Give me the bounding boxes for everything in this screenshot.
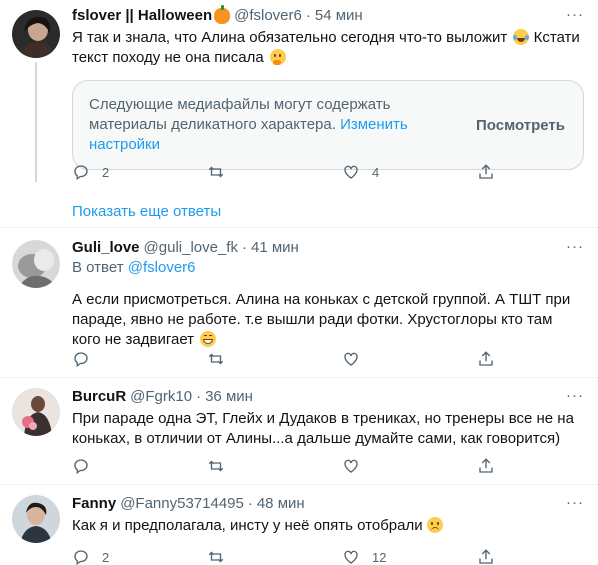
- retweet-button[interactable]: [207, 163, 342, 181]
- display-name[interactable]: BurcuR: [72, 387, 126, 407]
- grinning-emoji: [200, 331, 217, 347]
- separator: ·: [241, 239, 247, 256]
- retweet-icon: [208, 166, 224, 178]
- reply-to-prefix: В ответ: [72, 259, 124, 276]
- avatar-fslover[interactable]: [12, 10, 60, 58]
- tweet-header: Guli_love @guli_love_fk · 41 мин: [72, 238, 584, 258]
- avatar-image: [12, 495, 60, 543]
- reply-icon: [74, 352, 88, 368]
- slightly-frowning-emoji: [426, 517, 443, 533]
- more-options-icon[interactable]: ···: [566, 6, 584, 23]
- retweet-button[interactable]: [207, 350, 342, 368]
- share-icon: [479, 458, 493, 473]
- handle[interactable]: @guli_love_fk: [144, 238, 238, 258]
- more-options-icon[interactable]: ···: [566, 494, 584, 511]
- tweet-text-part-1: Я так и знала, что Алина обязательно сег…: [72, 29, 508, 46]
- like-button[interactable]: [342, 350, 477, 368]
- like-icon: [344, 550, 358, 564]
- like-icon: [344, 352, 358, 366]
- separator: ·: [305, 7, 311, 24]
- reply-button[interactable]: [72, 350, 207, 368]
- share-icon: [479, 351, 493, 366]
- handle[interactable]: @Fgrk10: [130, 387, 192, 407]
- reply-icon: [74, 550, 88, 565]
- retweet-icon: [208, 353, 224, 365]
- handle[interactable]: @Fanny53714495: [120, 494, 244, 514]
- like-icon: [344, 165, 358, 179]
- retweet-icon: [208, 551, 224, 563]
- timestamp[interactable]: 54 мин: [315, 6, 363, 26]
- tweet-actions: 2 4: [72, 163, 598, 181]
- tweet-burcur[interactable]: BurcuR @Fgrk10 · 36 мин ··· При параде о…: [0, 378, 598, 483]
- like-button[interactable]: 4: [342, 163, 477, 181]
- display-name[interactable]: Guli_love: [72, 238, 140, 258]
- thinking-emoji: [269, 49, 286, 65]
- timestamp[interactable]: 48 мин: [257, 494, 305, 514]
- like-count: 12: [372, 549, 387, 565]
- avatar-fanny[interactable]: [12, 495, 60, 543]
- share-button[interactable]: [477, 548, 598, 565]
- avatar-image: [12, 10, 60, 58]
- reply-to-line: В ответ @fslover6: [72, 258, 584, 278]
- like-button[interactable]: 12: [342, 548, 477, 565]
- tweet-text: При параде одна ЭТ, Глейх и Дудаков в тр…: [72, 410, 574, 447]
- tweet-header: BurcuR @Fgrk10 · 36 мин: [72, 387, 584, 407]
- reply-button[interactable]: 2: [72, 163, 207, 181]
- like-icon: [344, 459, 358, 473]
- share-button[interactable]: [477, 350, 598, 368]
- share-icon: [479, 164, 493, 179]
- tweet-header: fslover || Halloween @fslover6 · 54 мин: [72, 5, 584, 26]
- timestamp[interactable]: 36 мин: [205, 387, 253, 407]
- show-media-button[interactable]: Посмотреть: [476, 117, 569, 134]
- tweet-text: Я так и знала, что Алина обязательно сег…: [72, 28, 584, 68]
- thread-line: [35, 62, 37, 182]
- reply-count: 2: [102, 549, 110, 565]
- tweet-fanny[interactable]: Fanny @Fanny53714495 · 48 мин ··· Как я …: [0, 485, 598, 565]
- more-options-icon[interactable]: ···: [566, 387, 584, 404]
- reply-icon: [74, 459, 88, 475]
- avatar-guli-love[interactable]: [12, 240, 60, 288]
- timestamp[interactable]: 41 мин: [251, 238, 299, 258]
- tears-of-joy-emoji: [513, 29, 530, 45]
- reply-count: 2: [102, 164, 110, 180]
- handle[interactable]: @fslover6: [234, 6, 302, 26]
- reply-button[interactable]: [72, 457, 207, 475]
- avatar-image: [12, 240, 60, 288]
- retweet-icon: [208, 460, 224, 472]
- reply-icon: [74, 165, 88, 181]
- pumpkin-emoji: [214, 5, 231, 24]
- separator: ·: [196, 388, 202, 405]
- tweet-actions: 2 12: [72, 548, 598, 565]
- retweet-button[interactable]: [207, 457, 342, 475]
- sensitive-warning-text: Следующие медиафайлы могут содержать мат…: [89, 95, 419, 155]
- show-more-replies-link[interactable]: Показать еще ответы: [72, 203, 221, 220]
- reply-button[interactable]: 2: [72, 548, 207, 565]
- tweet-actions: [72, 350, 598, 368]
- like-count: 4: [372, 164, 380, 180]
- like-button[interactable]: [342, 457, 477, 475]
- display-name[interactable]: Fanny: [72, 494, 116, 514]
- retweet-button[interactable]: [207, 548, 342, 565]
- tweet-text-body: А если присмотреться. Алина на коньках с…: [72, 291, 571, 348]
- display-name[interactable]: fslover || Halloween: [72, 6, 212, 26]
- avatar-burcur[interactable]: [12, 388, 60, 436]
- tweet-fslover[interactable]: fslover || Halloween @fslover6 · 54 мин …: [0, 0, 598, 200]
- share-icon: [479, 549, 493, 564]
- tweet-text: А если присмотреться. Алина на коньках с…: [72, 290, 584, 350]
- tweet-text: Как я и предполагала, инсту у неё опять …: [72, 516, 584, 536]
- share-button[interactable]: [477, 457, 598, 475]
- reply-to-handle[interactable]: @fslover6: [128, 259, 196, 276]
- share-button[interactable]: [477, 163, 598, 181]
- separator: ·: [247, 495, 253, 512]
- tweet-text-body: Как я и предполагала, инсту у неё опять …: [72, 517, 423, 534]
- more-options-icon[interactable]: ···: [566, 238, 584, 255]
- tweet-header: Fanny @Fanny53714495 · 48 мин: [72, 494, 584, 514]
- avatar-image: [12, 388, 60, 436]
- sensitive-media-warning: Следующие медиафайлы могут содержать мат…: [72, 80, 584, 170]
- tweet-guli-love[interactable]: Guli_love @guli_love_fk · 41 мин ··· В о…: [0, 228, 598, 378]
- tweet-actions: [72, 457, 598, 475]
